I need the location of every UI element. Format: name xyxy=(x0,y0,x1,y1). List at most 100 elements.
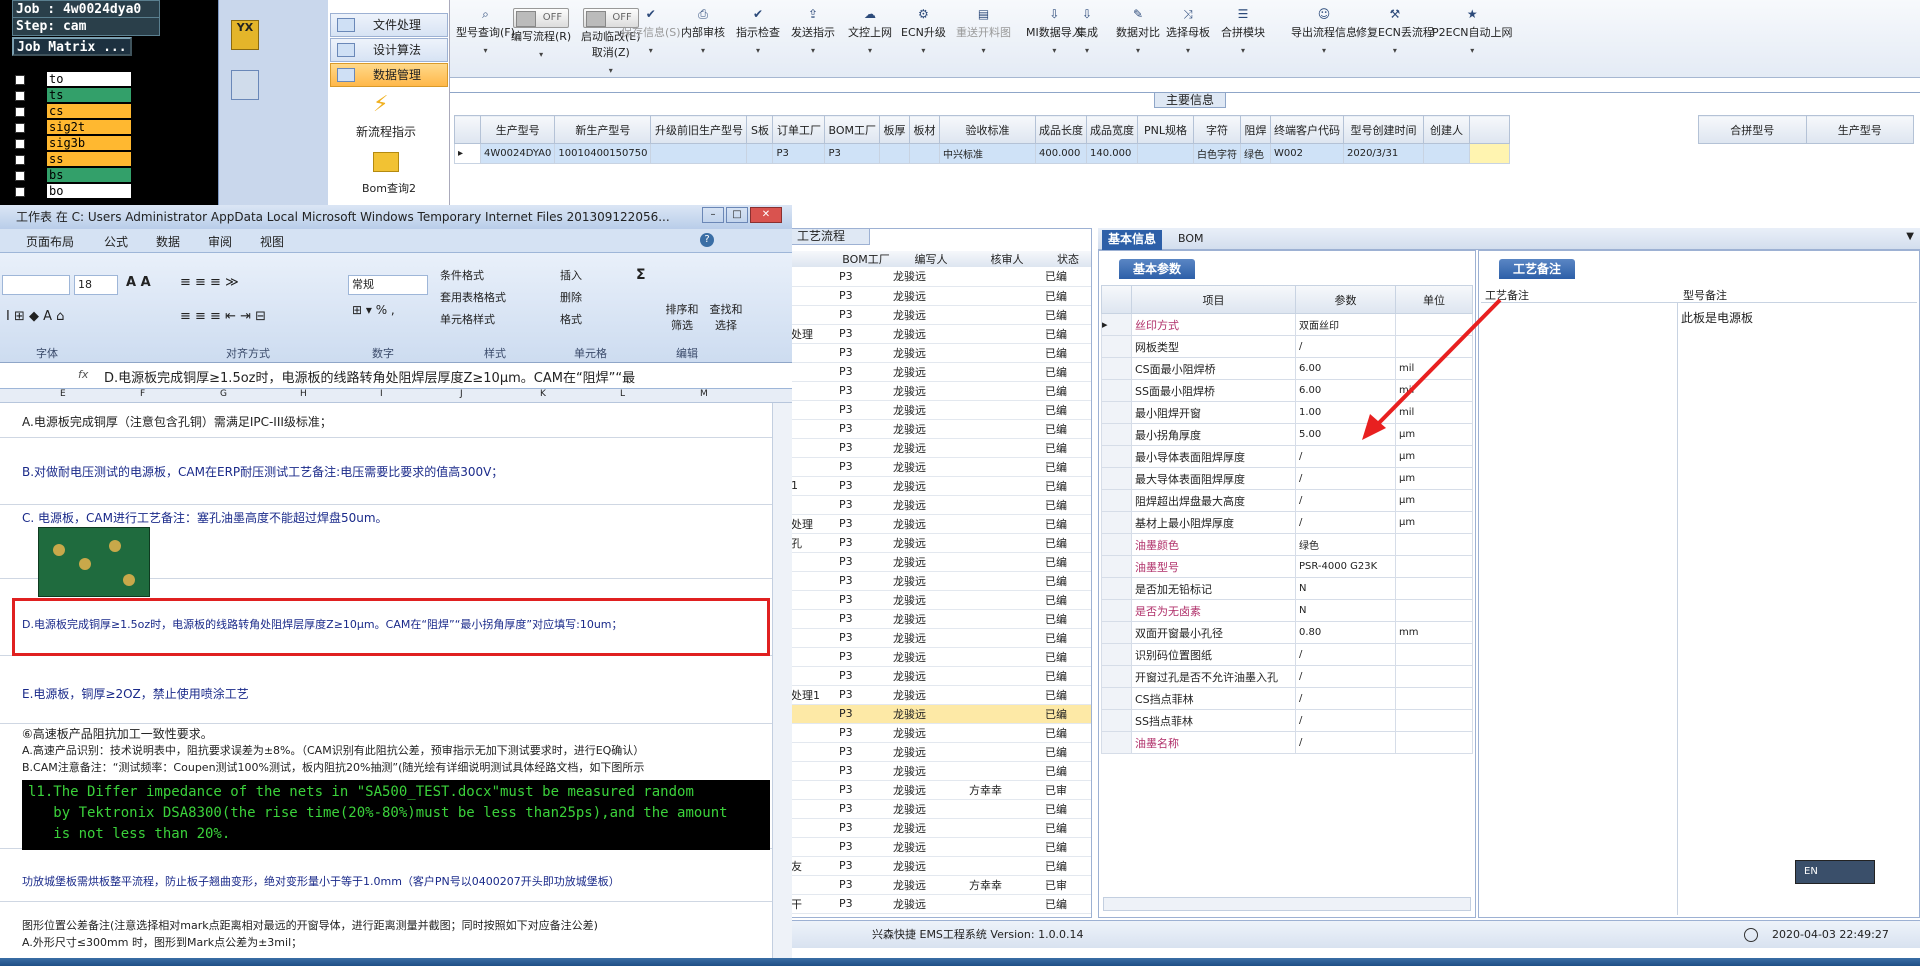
main-cell[interactable]: 绿色 xyxy=(1239,143,1271,164)
chevron-down-icon[interactable]: ▾ xyxy=(736,46,780,55)
main-col-header[interactable]: 验收标准 xyxy=(938,115,1036,144)
table-row[interactable]: P3 龙骏远 已编 xyxy=(791,305,1091,325)
table-row[interactable]: P3 龙骏远 已编 xyxy=(791,609,1091,629)
chevron-down-icon[interactable]: ▾ xyxy=(681,46,725,55)
main-cell[interactable]: 10010400150750 xyxy=(554,143,652,164)
param-value[interactable]: N xyxy=(1295,599,1396,622)
main-cell[interactable]: 400.000 xyxy=(1034,143,1087,164)
table-row[interactable]: P3 龙骏远 已编 xyxy=(791,552,1091,572)
table-row[interactable]: P3 龙骏远 已编 xyxy=(791,457,1091,477)
layer-checkbox[interactable] xyxy=(15,171,25,181)
calc-icon[interactable] xyxy=(231,70,259,100)
minimize-icon[interactable]: – xyxy=(702,207,724,223)
main-col-header[interactable]: 板材 xyxy=(908,115,940,144)
grow-font-icon[interactable]: A A xyxy=(126,275,151,290)
param-value[interactable]: / xyxy=(1295,511,1396,534)
table-row[interactable]: P3 龙骏远 已编 xyxy=(791,400,1091,420)
chevron-down-icon[interactable]: ▾ xyxy=(456,46,515,55)
nav-item-file[interactable]: 文件处理 xyxy=(330,13,448,37)
chevron-down-icon[interactable]: ▾ xyxy=(1432,46,1513,55)
nav-item-design[interactable]: 设计算法 xyxy=(330,38,448,62)
column-header[interactable]: G xyxy=(220,389,227,399)
table-row[interactable]: 友 P3 龙骏远 已编 xyxy=(791,856,1091,876)
layer-checkbox[interactable] xyxy=(15,91,25,101)
table-row[interactable]: 1 P3 龙骏远 已编 xyxy=(791,476,1091,496)
table-row[interactable]: P3 龙骏远 已编 xyxy=(791,628,1091,648)
toolbar-item[interactable]: ▤ 重送开料图 ▾ xyxy=(956,8,1011,56)
tab-formulas[interactable]: 公式 xyxy=(104,233,128,250)
font-name-select[interactable] xyxy=(2,275,70,295)
main-col-header[interactable]: 成品长度 xyxy=(1034,115,1087,144)
delete-button[interactable]: 删除 xyxy=(560,289,582,305)
toolbar-item[interactable]: ★ P2ECN自动上网 ▾ xyxy=(1432,8,1513,56)
param-row[interactable]: 最大导体表面阻焊厚度 / μm xyxy=(1101,467,1473,490)
nav-item-data[interactable]: 数据管理 xyxy=(330,63,448,87)
table-row[interactable]: P3 龙骏远 已编 xyxy=(791,419,1091,439)
layer-checkbox[interactable] xyxy=(15,155,25,165)
column-header[interactable]: J xyxy=(460,389,463,399)
chevron-down-icon[interactable]: ▾ xyxy=(1166,46,1210,55)
table-row[interactable]: P3 龙骏远 已编 xyxy=(791,723,1091,743)
table-row[interactable]: 处理 P3 龙骏远 已编 xyxy=(791,324,1091,344)
dropdown-icon[interactable]: ▼ xyxy=(1906,231,1914,242)
param-row[interactable]: 油墨型号 PSR-4000 G23K xyxy=(1101,555,1473,578)
toolbar-item[interactable]: ☺ 导出流程信息 ▾ xyxy=(1291,8,1357,56)
table-format-button[interactable]: 套用表格格式 xyxy=(440,289,506,305)
chevron-down-icon[interactable]: ▾ xyxy=(1026,46,1083,55)
param-value[interactable]: 0.80 xyxy=(1295,621,1396,644)
close-icon[interactable]: ✕ xyxy=(750,207,782,223)
number-format-icons[interactable]: ⊞ ▾ % , xyxy=(352,303,395,317)
param-value[interactable]: 绿色 xyxy=(1295,533,1396,556)
main-cell[interactable] xyxy=(1136,143,1194,164)
formula-input[interactable]: D.电源板完成铜厚≥1.5oz时，电源板的线路转角处阻焊层厚度Z≥10μm。CA… xyxy=(104,367,754,386)
layer-name[interactable]: sig3b xyxy=(47,136,131,150)
main-col-header[interactable]: 型号创建时间 xyxy=(1342,115,1424,144)
maximize-icon[interactable]: □ xyxy=(726,207,748,223)
table-row[interactable]: P3 龙骏远 已编 xyxy=(791,438,1091,458)
table-row[interactable]: P3 龙骏远 已编 xyxy=(791,704,1091,724)
main-col-header[interactable]: 终端客户代码 xyxy=(1269,115,1344,144)
layer-row[interactable]: ss xyxy=(12,152,132,167)
toolbar-item[interactable]: ⌕ 型号查询(F) ▾ xyxy=(456,8,515,56)
main-cell[interactable]: W002 xyxy=(1269,143,1344,164)
table-row[interactable]: P3 龙骏远 已编 xyxy=(791,362,1091,382)
cell-style-button[interactable]: 单元格样式 xyxy=(440,311,495,327)
layer-checkbox[interactable] xyxy=(15,75,25,85)
layer-name[interactable]: cs xyxy=(47,104,131,118)
tab-basic-params[interactable]: 基本参数 xyxy=(1119,259,1196,279)
table-row[interactable]: P3 龙骏远 方幸幸 已审 xyxy=(791,780,1091,800)
layer-checkbox[interactable] xyxy=(15,187,25,197)
chevron-down-icon[interactable]: ▾ xyxy=(848,46,892,55)
layer-checkbox[interactable] xyxy=(15,139,25,149)
main-col-header[interactable]: 创建人 xyxy=(1422,115,1470,144)
toolbar-item[interactable]: ☰ 合拼模块 ▾ xyxy=(1221,8,1265,56)
table-row[interactable]: 干 P3 龙骏远 已编 xyxy=(791,894,1091,914)
layer-name[interactable]: sig2t xyxy=(47,120,131,134)
tab-process[interactable]: 工艺流程 xyxy=(790,228,870,245)
job-matrix-button[interactable]: Job Matrix ... xyxy=(12,37,132,56)
main-cell[interactable] xyxy=(746,143,774,164)
layer-row[interactable]: ts xyxy=(12,88,132,103)
params-hscroll[interactable] xyxy=(1103,897,1471,911)
table-row[interactable]: P3 龙骏远 已编 xyxy=(791,343,1091,363)
param-row[interactable]: 基材上最小阻焊厚度 / μm xyxy=(1101,511,1473,534)
table-row[interactable]: P3 龙骏远 已编 xyxy=(791,647,1091,667)
new-process-label[interactable]: 新流程指示 xyxy=(356,123,416,140)
table-row[interactable]: P3 龙骏远 已编 xyxy=(791,666,1091,686)
toolbar-item[interactable]: ⤨ 选择母板 ▾ xyxy=(1166,8,1210,56)
param-row[interactable]: CS挡点菲林 / xyxy=(1101,687,1473,710)
main-col-header[interactable]: BOM工厂 xyxy=(824,115,880,144)
param-value[interactable]: PSR-4000 G23K xyxy=(1295,555,1396,578)
layer-row[interactable]: cs xyxy=(12,104,132,119)
toolbar-item[interactable]: ⇩ MI数据导入 ▾ xyxy=(1026,8,1083,56)
tab-basic-info[interactable]: 基本信息 xyxy=(1102,230,1163,250)
param-value[interactable]: / xyxy=(1295,687,1396,710)
font-format-icons[interactable]: I ⊞ ◆ A ⌂ xyxy=(6,309,64,324)
toolbar-item[interactable]: ⇪ 发送指示 ▾ xyxy=(791,8,835,56)
param-row[interactable]: 油墨颜色 绿色 xyxy=(1101,533,1473,556)
chevron-down-icon[interactable]: ▾ xyxy=(901,46,946,55)
layer-checkbox[interactable] xyxy=(15,123,25,133)
chevron-down-icon[interactable]: ▾ xyxy=(1356,46,1434,55)
tab-data[interactable]: 数据 xyxy=(156,233,180,250)
chevron-down-icon[interactable]: ▾ xyxy=(791,46,835,55)
